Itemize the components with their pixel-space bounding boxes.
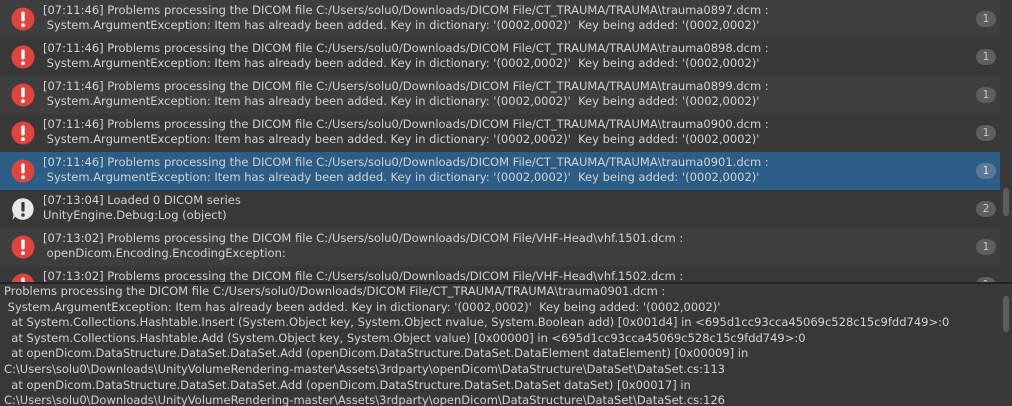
error-icon (11, 121, 35, 145)
log-entry[interactable]: [07:13:02] Problems processing the DICOM… (0, 228, 1000, 266)
stack-trace-line: System.ArgumentException: Item has alrea… (4, 299, 721, 314)
collapse-count-badge: 1 (976, 49, 996, 65)
error-icon (11, 7, 35, 31)
log-message: [07:11:46] Problems processing the DICOM… (43, 79, 769, 93)
log-entry[interactable]: [07:13:04] Loaded 0 DICOM series UnityEng… (0, 190, 1000, 228)
stack-trace-line: at openDicom.DataStructure.DataSet.DataS… (4, 377, 691, 392)
log-message: [07:11:46] Problems processing the DICOM… (43, 155, 769, 169)
error-icon (11, 273, 35, 282)
log-entry-text: [07:13:02] Problems processing the DICOM… (43, 231, 940, 261)
stack-trace-line: at openDicom.DataStructure.DataSet.DataS… (4, 346, 749, 361)
log-entry[interactable]: [07:11:46] Problems processing the DICOM… (0, 0, 1000, 38)
log-detail: openDicom.Encoding.EncodingException: (43, 246, 286, 260)
info-icon (11, 197, 35, 221)
log-message: [07:11:46] Problems processing the DICOM… (43, 41, 769, 55)
error-icon (11, 45, 35, 69)
log-entry[interactable]: [07:11:46] Problems processing the DICOM… (0, 76, 1000, 114)
stack-trace-pane[interactable]: Problems processing the DICOM file C:/Us… (0, 284, 1012, 406)
collapse-count-badge: 1 (976, 11, 996, 27)
error-icon (11, 83, 35, 107)
log-entry-text: [07:11:46] Problems processing the DICOM… (43, 3, 940, 33)
stack-trace-scroll-thumb[interactable] (1003, 296, 1009, 332)
log-entry[interactable]: [07:11:46] Problems processing the DICOM… (0, 152, 1000, 190)
log-detail: System.ArgumentException: Item has alrea… (43, 94, 760, 108)
log-message: [07:13:02] Problems processing the DICOM… (43, 231, 684, 245)
log-detail: System.ArgumentException: Item has alrea… (43, 18, 760, 32)
log-message: [07:13:02] Problems processing the DICOM… (43, 269, 684, 282)
stack-trace-line: Problems processing the DICOM file C:/Us… (4, 284, 666, 298)
log-list-scroll-thumb[interactable] (1003, 188, 1009, 216)
stack-trace-line: at System.Collections.Hashtable.Insert (… (4, 315, 950, 330)
log-list-scrollbar[interactable] (1000, 0, 1012, 282)
collapse-count-badge: 1 (976, 239, 996, 255)
log-message: [07:11:46] Problems processing the DICOM… (43, 3, 769, 17)
log-entry[interactable]: [07:11:46] Problems processing the DICOM… (0, 114, 1000, 152)
log-entry-text: [07:11:46] Problems processing the DICOM… (43, 117, 940, 147)
log-detail: UnityEngine.Debug:Log (object) (43, 208, 227, 222)
log-entry-text: [07:11:46] Problems processing the DICOM… (43, 41, 940, 71)
stack-trace-scrollbar[interactable] (1000, 284, 1012, 406)
error-icon (11, 235, 35, 259)
collapse-count-badge: 1 (976, 87, 996, 103)
collapse-count-badge: 1 (976, 163, 996, 179)
stack-trace-text[interactable]: Problems processing the DICOM file C:/Us… (4, 284, 994, 406)
log-detail: System.ArgumentException: Item has alrea… (43, 132, 760, 146)
error-icon (11, 159, 35, 183)
collapse-count-badge: 1 (976, 125, 996, 141)
stack-trace-line: C:\Users\solu0\Downloads\UnityVolumeRend… (4, 393, 725, 406)
log-entry-text: [07:13:02] Problems processing the DICOM… (43, 269, 940, 282)
stack-trace-line: at System.Collections.Hashtable.Add (Sys… (4, 330, 806, 345)
log-message: [07:11:46] Problems processing the DICOM… (43, 117, 769, 131)
log-message: [07:13:04] Loaded 0 DICOM series (43, 193, 241, 207)
log-entry-text: [07:11:46] Problems processing the DICOM… (43, 79, 940, 109)
log-detail: System.ArgumentException: Item has alrea… (43, 170, 760, 184)
console-log-list[interactable]: [07:11:46] Problems processing the DICOM… (0, 0, 1012, 282)
log-entry-text: [07:13:04] Loaded 0 DICOM series UnityEng… (43, 193, 940, 223)
log-entry-text: [07:11:46] Problems processing the DICOM… (43, 155, 940, 185)
log-entry[interactable]: [07:11:46] Problems processing the DICOM… (0, 38, 1000, 76)
log-entry[interactable]: [07:13:02] Problems processing the DICOM… (0, 266, 1000, 282)
collapse-count-badge: 2 (976, 201, 996, 217)
log-detail: System.ArgumentException: Item has alrea… (43, 56, 760, 70)
stack-trace-line: C:\Users\solu0\Downloads\UnityVolumeRend… (4, 361, 725, 376)
